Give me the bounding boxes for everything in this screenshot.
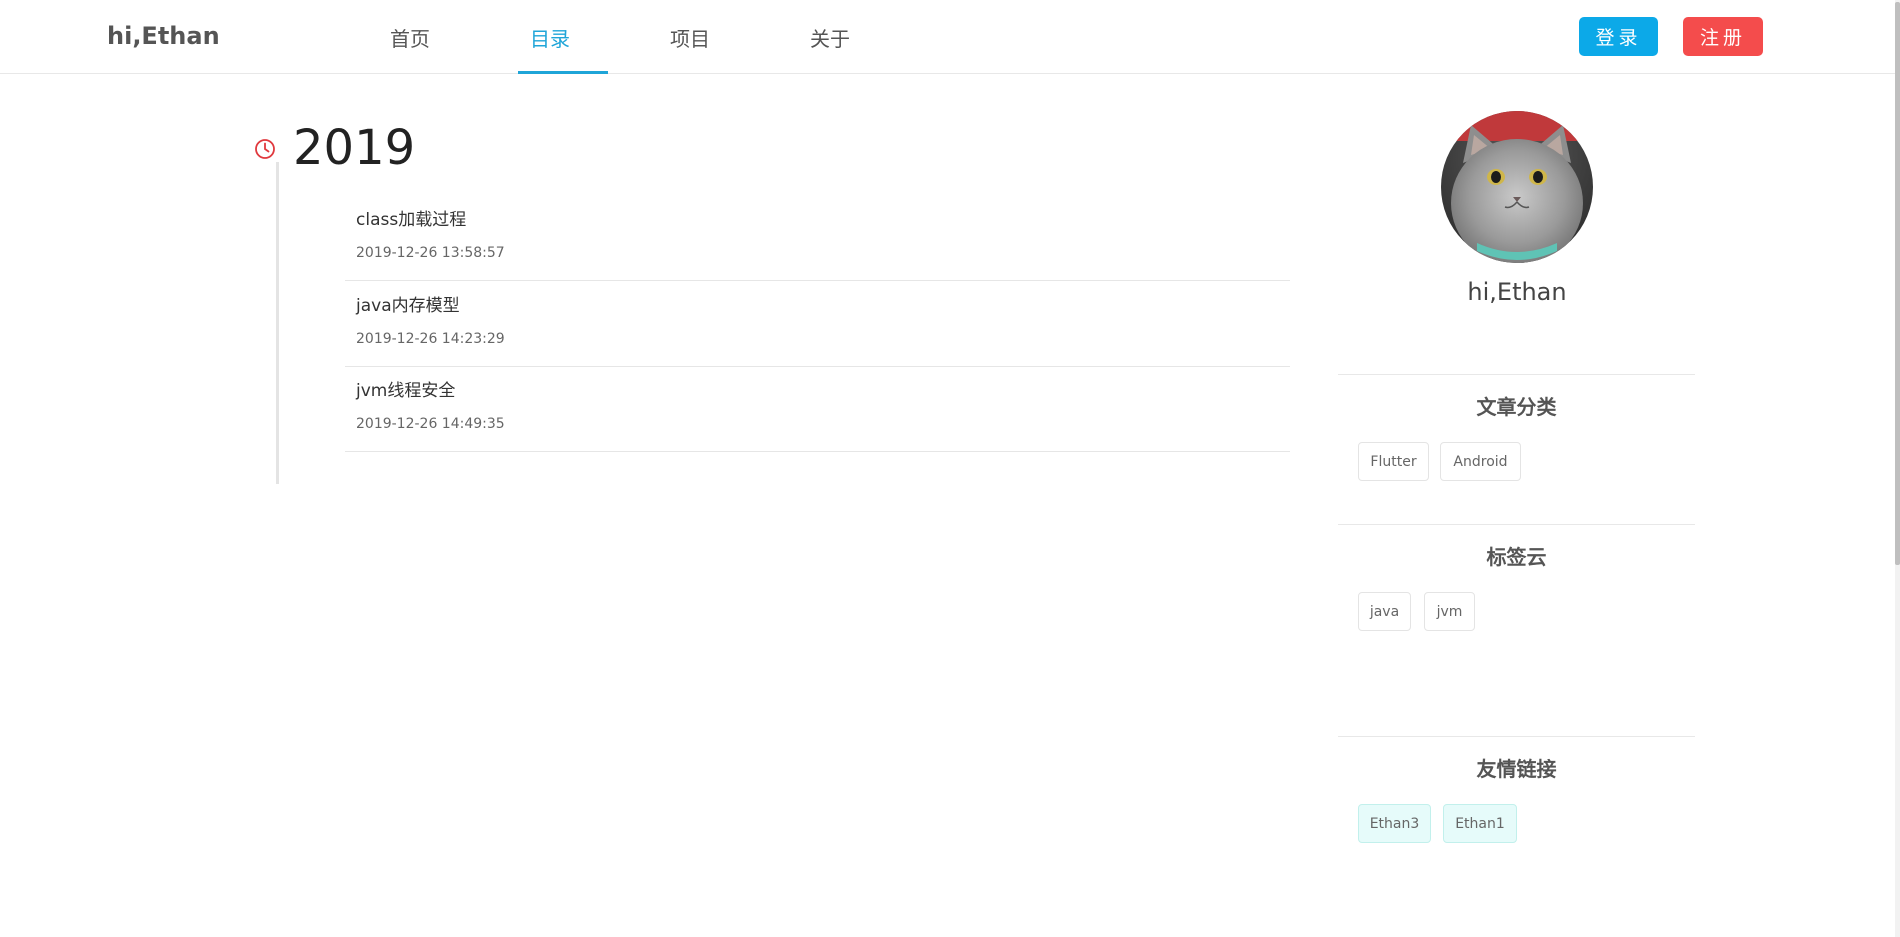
tags-title: 标签云 bbox=[1486, 545, 1547, 569]
site-brand[interactable]: hi,Ethan bbox=[107, 22, 220, 50]
friend-link-ethan1[interactable]: Ethan1 bbox=[1443, 804, 1517, 843]
nav-item-projects[interactable]: 项目 bbox=[620, 0, 760, 74]
tag-java[interactable]: java bbox=[1358, 592, 1411, 631]
nav-item-catalog[interactable]: 目录 bbox=[480, 0, 620, 74]
category-tag-flutter[interactable]: Flutter bbox=[1358, 442, 1429, 481]
clock-icon bbox=[255, 139, 275, 159]
post-date: 2019-12-26 14:49:35 bbox=[356, 416, 505, 432]
post-date: 2019-12-26 13:58:57 bbox=[356, 245, 505, 261]
friend-link-ethan3[interactable]: Ethan3 bbox=[1358, 804, 1431, 843]
post-title[interactable]: class加载过程 bbox=[356, 205, 466, 230]
page-scrollbar[interactable] bbox=[1895, 0, 1900, 937]
avatar bbox=[1441, 111, 1593, 263]
timeline-year: 2019 bbox=[293, 120, 416, 176]
profile-name: hi,Ethan bbox=[1467, 278, 1567, 306]
post-title[interactable]: java内存模型 bbox=[356, 291, 460, 316]
links-title: 友情链接 bbox=[1476, 757, 1557, 781]
divider bbox=[1338, 736, 1695, 737]
register-button[interactable]: 注册 bbox=[1683, 17, 1763, 56]
post-item[interactable]: jvm线程安全 2019-12-26 14:49:35 bbox=[345, 366, 1290, 452]
nav-item-about[interactable]: 关于 bbox=[760, 0, 900, 74]
tag-jvm[interactable]: jvm bbox=[1424, 592, 1475, 631]
top-navbar: hi,Ethan 首页 目录 项目 关于 登录 注册 bbox=[0, 0, 1900, 74]
timeline-line bbox=[276, 162, 279, 484]
divider bbox=[1338, 524, 1695, 525]
post-title[interactable]: jvm线程安全 bbox=[356, 376, 455, 401]
post-item[interactable]: class加载过程 2019-12-26 13:58:57 bbox=[345, 195, 1290, 281]
divider bbox=[1338, 374, 1695, 375]
post-date: 2019-12-26 14:23:29 bbox=[356, 331, 505, 347]
login-button[interactable]: 登录 bbox=[1579, 17, 1658, 56]
post-item[interactable]: java内存模型 2019-12-26 14:23:29 bbox=[345, 281, 1290, 367]
scrollbar-thumb[interactable] bbox=[1895, 2, 1900, 565]
category-tag-android[interactable]: Android bbox=[1440, 442, 1521, 481]
categories-title: 文章分类 bbox=[1476, 395, 1557, 419]
main-nav: 首页 目录 项目 关于 bbox=[340, 0, 900, 74]
nav-item-home[interactable]: 首页 bbox=[340, 0, 480, 74]
